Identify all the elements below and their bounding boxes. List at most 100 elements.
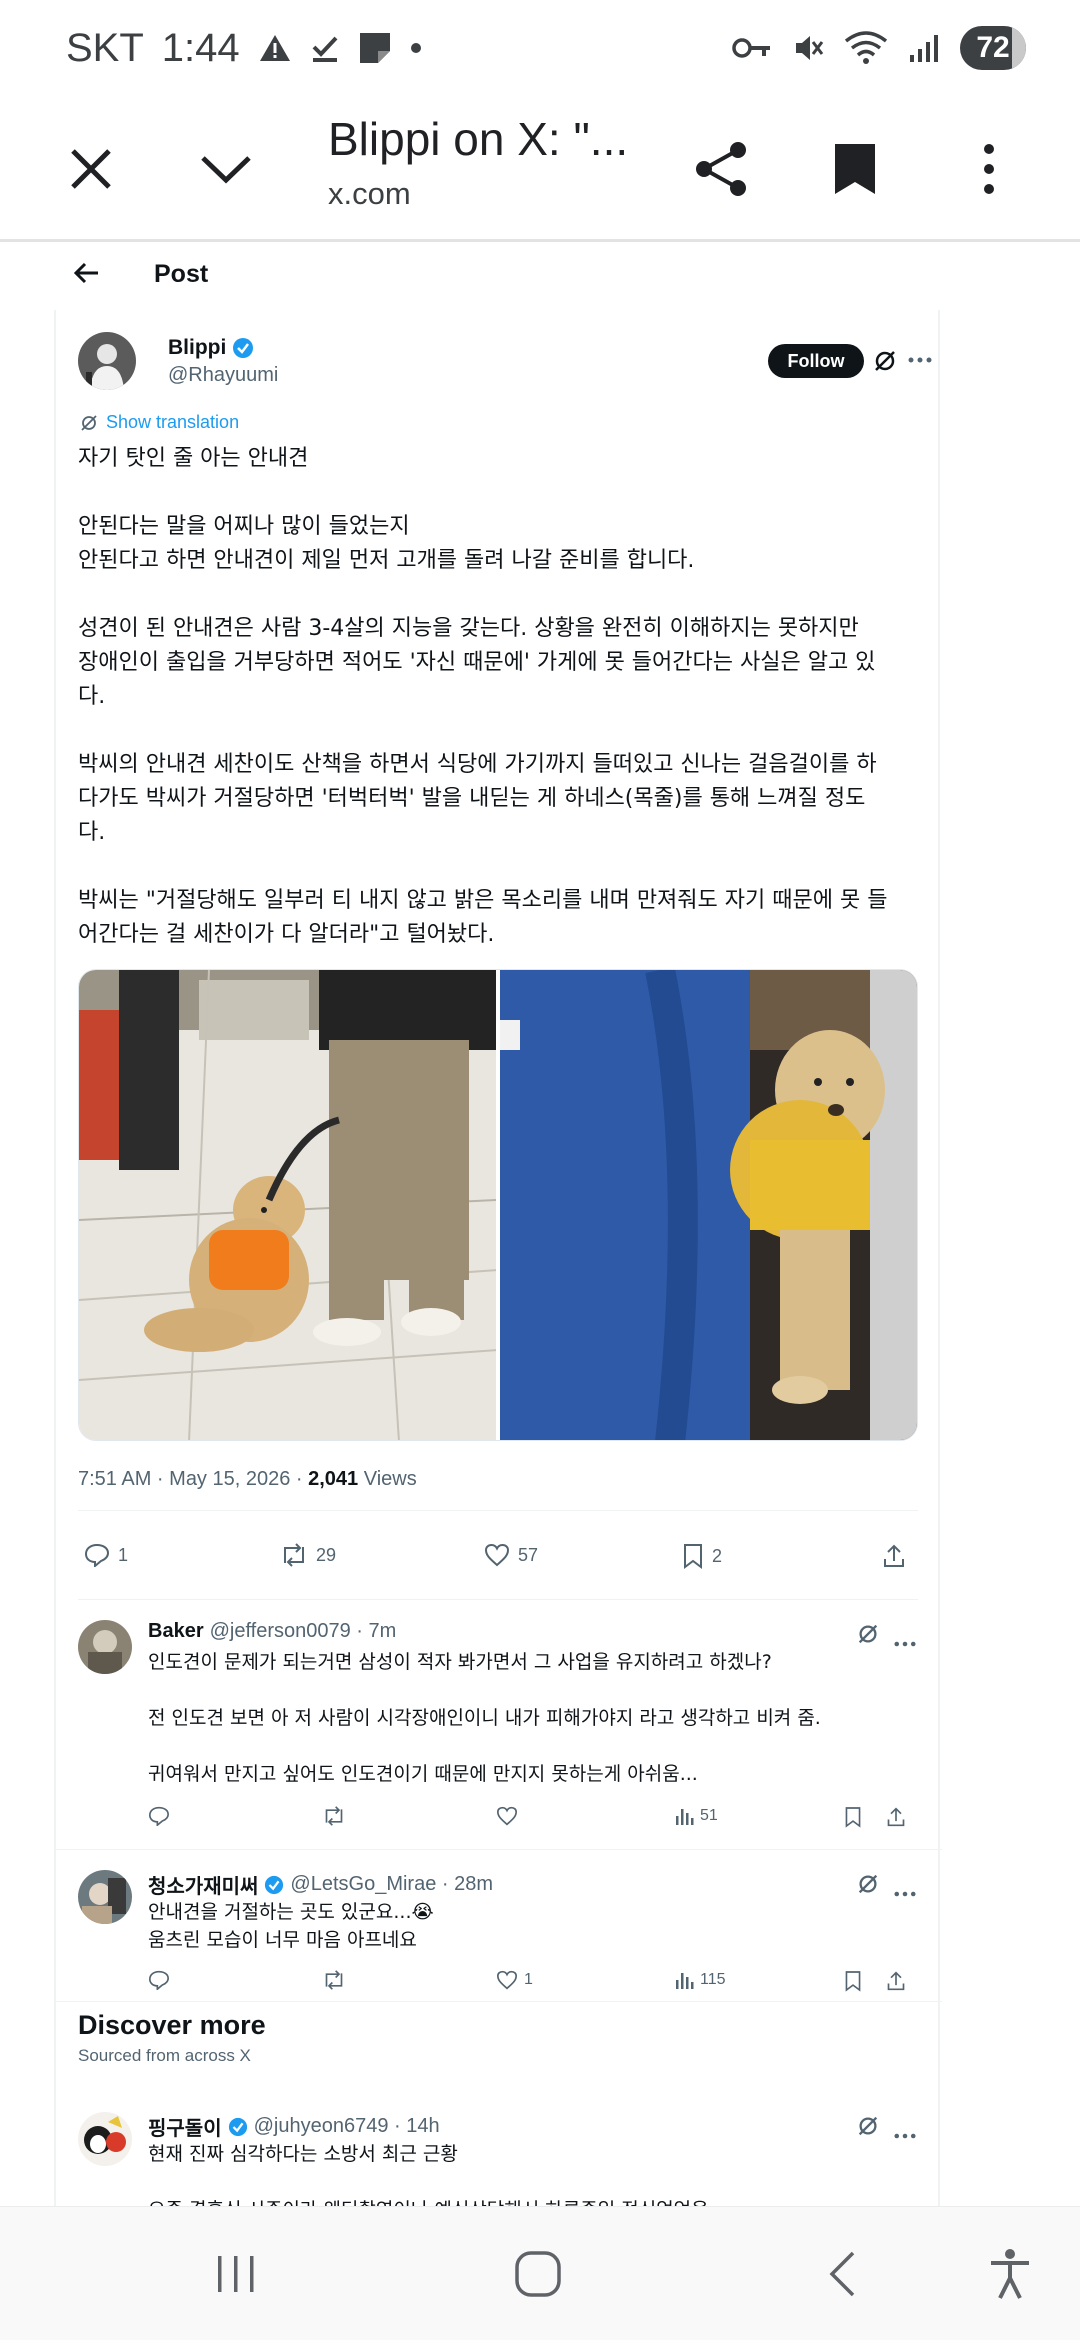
bookmark-outline-icon bbox=[845, 1807, 861, 1828]
home-button[interactable] bbox=[478, 2207, 598, 2340]
translate-icon bbox=[81, 414, 97, 431]
discover-text: 현재 진짜 심각하다는 소방서 최근 근황 요즘 결혼식 시즌이라 웨딩촬영이나… bbox=[148, 2140, 888, 2210]
reply-button[interactable] bbox=[148, 1806, 170, 1826]
bookmark-outline-icon bbox=[684, 1544, 702, 1569]
recent-apps-icon bbox=[218, 2256, 254, 2292]
reply-button[interactable]: 1 bbox=[84, 1543, 128, 1567]
avatar[interactable] bbox=[78, 2112, 132, 2166]
more-horiz-icon bbox=[894, 1891, 916, 1897]
more-horiz-icon bbox=[908, 357, 932, 363]
reply-item[interactable]: 청소가재미써 @LetsGo_Mirae · 28m 안내견을 거절하는 곳도 … bbox=[56, 1852, 942, 2002]
bookmark-post-button[interactable]: 2 bbox=[682, 1543, 722, 1569]
media-image-left[interactable] bbox=[79, 970, 496, 1440]
grok-icon bbox=[875, 351, 895, 371]
system-nav-bar bbox=[0, 2206, 1080, 2340]
share-icon bbox=[696, 142, 746, 196]
avatar[interactable] bbox=[78, 1620, 132, 1674]
avatar[interactable] bbox=[78, 332, 136, 390]
repost-button[interactable] bbox=[322, 1970, 346, 1990]
more-options-button[interactable] bbox=[894, 2120, 916, 2146]
back-nav-button[interactable] bbox=[782, 2207, 902, 2340]
signal-icon bbox=[908, 33, 940, 63]
chevron-down-icon bbox=[201, 156, 251, 184]
reply-item[interactable]: Baker @jefferson0079 · 7m 인도견이 문제가 되는거면 … bbox=[56, 1602, 942, 1850]
reply-button[interactable] bbox=[148, 1970, 170, 1990]
reply-icon bbox=[148, 1970, 170, 1990]
repost-count: 29 bbox=[316, 1544, 337, 1565]
mute-icon bbox=[792, 32, 824, 64]
grok-button[interactable] bbox=[856, 1872, 880, 1901]
minimize-button[interactable] bbox=[181, 124, 271, 214]
reply-author-handle: @LetsGo_Mirae · 28m bbox=[290, 1873, 494, 1895]
share-button[interactable] bbox=[676, 124, 766, 214]
bookmark-icon bbox=[835, 144, 875, 194]
like-button[interactable]: 57 bbox=[484, 1543, 538, 1567]
close-button[interactable] bbox=[46, 124, 136, 214]
post-paragraph: 다. bbox=[78, 820, 106, 845]
tab-title-area[interactable]: Blippi on X: "... x.com bbox=[328, 112, 628, 212]
status-right: 72 bbox=[732, 26, 1026, 70]
bookmark-post-button[interactable] bbox=[844, 1806, 862, 1828]
avatar[interactable] bbox=[78, 1870, 132, 1924]
vpn-key-icon bbox=[732, 36, 772, 60]
tab-url: x.com bbox=[328, 176, 411, 211]
like-button[interactable] bbox=[496, 1806, 524, 1826]
reply-text: 인도견이 문제가 되는거면 삼성이 적자 봐가면서 그 사업을 유지하려고 하겠… bbox=[148, 1648, 888, 1788]
author-handle[interactable]: @Rhayuumi bbox=[168, 364, 278, 387]
reply-author-name: 청소가재미써 bbox=[148, 1876, 259, 1898]
home-icon bbox=[515, 2251, 561, 2297]
post-timestamp[interactable]: 7:51 AM · May 15, 2026 · 2,041 Views bbox=[78, 1468, 417, 1491]
verified-badge-icon bbox=[228, 2117, 247, 2136]
back-button[interactable] bbox=[73, 262, 100, 289]
heart-icon bbox=[496, 1970, 518, 1990]
discover-item[interactable]: 핑구돌이 @juhyeon6749 · 14h 현재 진짜 심각하다는 소방서 … bbox=[56, 2094, 942, 2210]
show-translation-link[interactable]: Show translation bbox=[80, 412, 239, 433]
media-image-right[interactable] bbox=[500, 970, 917, 1440]
like-button[interactable]: 1 bbox=[496, 1970, 533, 1990]
author-name[interactable]: Blippi bbox=[168, 336, 254, 360]
share-post-button[interactable] bbox=[886, 1806, 906, 1828]
grok-button[interactable] bbox=[856, 1622, 880, 1651]
menu-button[interactable] bbox=[944, 124, 1034, 214]
analytics-icon bbox=[676, 1809, 694, 1825]
share-post-button[interactable] bbox=[886, 1970, 906, 1992]
share-post-button[interactable] bbox=[882, 1543, 906, 1569]
follow-button[interactable]: Follow bbox=[768, 344, 864, 378]
reply-line: 움츠린 모습이 너무 마음 아프네요 bbox=[148, 1929, 417, 1951]
repost-button[interactable] bbox=[322, 1806, 346, 1826]
recent-apps-button[interactable] bbox=[176, 2207, 296, 2340]
bookmark-post-button[interactable] bbox=[844, 1970, 862, 1992]
repost-button[interactable]: 29 bbox=[280, 1543, 336, 1567]
grok-icon bbox=[858, 1624, 878, 1644]
battery-indicator: 72 bbox=[960, 26, 1026, 70]
reply-text: 안내견을 거절하는 곳도 있군요...😭 움츠린 모습이 너무 마음 아프네요 bbox=[148, 1898, 888, 1954]
more-options-button[interactable] bbox=[894, 1628, 916, 1654]
close-icon bbox=[71, 149, 111, 189]
reply-line: 귀여워서 만지고 싶어도 인도견이기 때문에 만지지 못하는게 아쉬움... bbox=[148, 1763, 698, 1785]
grok-button[interactable] bbox=[856, 2114, 880, 2143]
post-paragraph: 성견이 된 안내견은 사람 3-4살의 지능을 갖는다. 상황을 완전히 이해하… bbox=[78, 616, 859, 641]
views-count: 2,041 bbox=[308, 1468, 359, 1490]
reply-actions: 51 bbox=[148, 1806, 905, 1836]
show-translation-label: Show translation bbox=[106, 412, 240, 432]
more-vert-icon bbox=[984, 144, 994, 194]
reply-icon bbox=[84, 1543, 110, 1567]
bookmark-button[interactable] bbox=[810, 124, 900, 214]
views-button[interactable]: 115 bbox=[674, 1970, 726, 1990]
accessibility-button[interactable] bbox=[950, 2207, 1070, 2340]
reply-author: 청소가재미써 @LetsGo_Mirae · 28m bbox=[148, 1870, 493, 1899]
more-options-button[interactable] bbox=[908, 344, 932, 370]
views-button[interactable]: 51 bbox=[674, 1806, 718, 1826]
repost-icon bbox=[325, 1970, 343, 1990]
post-paragraph: 장애인이 출입을 거부당하면 적어도 '자신 때문에' 가게에 못 들어간다는 … bbox=[78, 650, 876, 675]
post-body: 자기 탓인 줄 아는 안내견 안된다는 말을 어찌나 많이 들었는지 안된다고 … bbox=[78, 442, 918, 952]
reply-line: 안내견을 거절하는 곳도 있군요...😭 bbox=[148, 1901, 434, 1923]
page-title: Post bbox=[154, 260, 209, 288]
post-paragraph: 안된다고 하면 안내견이 제일 먼저 고개를 돌려 나갈 준비를 합니다. bbox=[78, 548, 695, 573]
grok-button[interactable] bbox=[872, 348, 898, 379]
post-paragraph: 어간다는 걸 세찬이가 다 알더라"고 털어놨다. bbox=[78, 922, 495, 947]
reply-author-name: Baker bbox=[148, 1620, 204, 1642]
clock: 1:44 bbox=[161, 25, 240, 70]
more-options-button[interactable] bbox=[894, 1878, 916, 1904]
discover-line: 현재 진짜 심각하다는 소방서 최근 근황 bbox=[148, 2143, 458, 2165]
